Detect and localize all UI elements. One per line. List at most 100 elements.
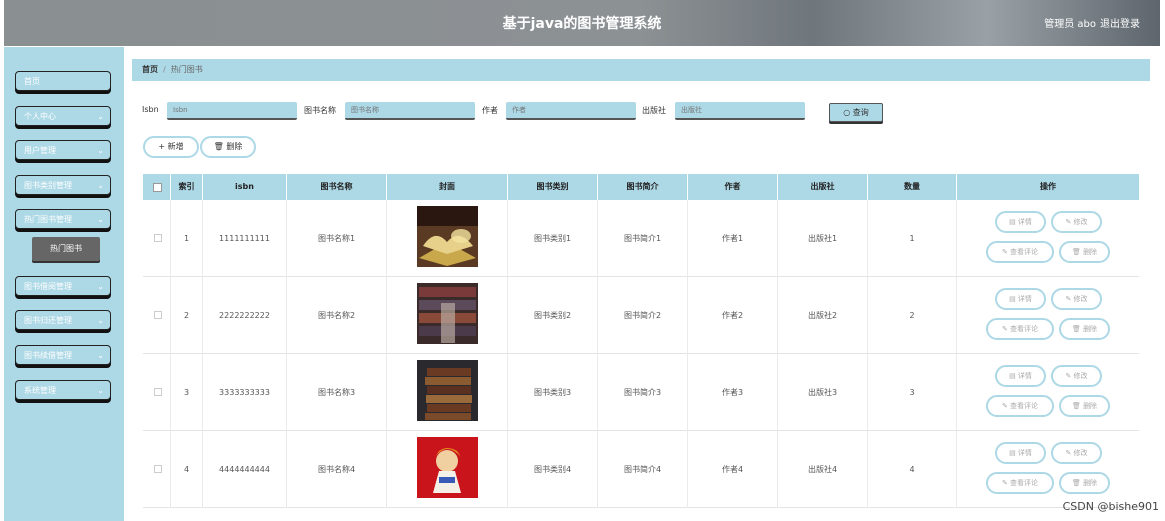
author-label: 作者 — [482, 106, 498, 115]
category-cell: 图书类别1 — [508, 200, 598, 277]
row-delete-label: 删除 — [1083, 325, 1098, 333]
detail-label: 详情 — [1017, 218, 1032, 226]
column-header: 索引 — [171, 174, 203, 200]
edit-label: 修改 — [1073, 218, 1088, 226]
sidebar-item-renew-management[interactable]: 图书续借管理 ⌄ — [15, 345, 111, 365]
sidebar-item-category-management[interactable]: 图书类别管理 ⌄ — [15, 175, 111, 195]
book-cover-image — [417, 206, 478, 267]
sidebar-item-label: 用户管理 — [24, 146, 56, 155]
sidebar-item-return-management[interactable]: 图书归还管理 ⌄ — [15, 310, 111, 330]
table-row: 2 2222222222 图书名称2 图书类别2 图书简介2 作者2 出版社2 … — [143, 277, 1139, 354]
author-cell: 作者2 — [688, 277, 778, 354]
select-all-checkbox[interactable] — [153, 183, 162, 192]
category-cell: 图书类别4 — [508, 431, 598, 508]
row-checkbox[interactable] — [154, 465, 162, 473]
sidebar-item-label: 图书类别管理 — [24, 181, 72, 190]
actions-cell: ▤ 详情 ✎ 修改 ✎ 查看评论 🗑 删除 — [957, 200, 1139, 277]
sidebar-item-borrow-management[interactable]: 图书借阅管理 ⌄ — [15, 276, 111, 296]
row-delete-button[interactable]: 🗑 删除 — [1059, 472, 1110, 494]
comments-label: 查看评论 — [1010, 248, 1039, 256]
search-icon: ○ — [843, 108, 851, 117]
chevron-down-icon: ⌄ — [97, 112, 104, 121]
isbn-input[interactable] — [167, 102, 297, 120]
detail-label: 详情 — [1017, 295, 1032, 303]
edit-button[interactable]: ✎ 修改 — [1051, 211, 1102, 233]
view-comments-button[interactable]: ✎ 查看评论 — [986, 395, 1054, 417]
publisher-cell: 出版社1 — [778, 200, 868, 277]
publisher-cell: 出版社3 — [778, 354, 868, 431]
row-select-cell — [143, 277, 171, 354]
row-checkbox[interactable] — [154, 388, 162, 396]
trash-icon: 🗑 — [213, 142, 224, 151]
intro-cell: 图书简介4 — [598, 431, 688, 508]
comments-label: 查看评论 — [1010, 402, 1039, 410]
chevron-down-icon: ⌄ — [97, 351, 104, 360]
sidebar-item-label: 首页 — [24, 77, 40, 86]
detail-button[interactable]: ▤ 详情 — [995, 442, 1046, 464]
search-button[interactable]: ○ 查询 — [829, 103, 883, 122]
logout-link[interactable]: 退出登录 — [1100, 15, 1140, 30]
breadcrumb-home[interactable]: 首页 — [142, 65, 158, 74]
row-delete-button[interactable]: 🗑 删除 — [1059, 318, 1110, 340]
intro-cell: 图书简介1 — [598, 200, 688, 277]
view-comments-button[interactable]: ✎ 查看评论 — [986, 318, 1054, 340]
edit-label: 修改 — [1073, 372, 1088, 380]
publisher-input[interactable] — [675, 102, 805, 120]
book-name-cell: 图书名称2 — [287, 277, 387, 354]
publisher-cell: 出版社2 — [778, 277, 868, 354]
add-button[interactable]: + 新增 — [143, 136, 199, 158]
index-cell: 2 — [171, 277, 203, 354]
chevron-down-icon: ⌄ — [97, 386, 104, 395]
cover-cell — [387, 200, 508, 277]
comments-label: 查看评论 — [1010, 479, 1039, 487]
sidebar-item-personal-center[interactable]: 个人中心 ⌄ — [15, 106, 111, 126]
plus-icon: + — [158, 142, 166, 151]
sidebar-item-hot-books-management[interactable]: 热门图书管理 ⌄ — [15, 209, 111, 229]
detail-button[interactable]: ▤ 详情 — [995, 365, 1046, 387]
row-select-cell — [143, 354, 171, 431]
view-comments-button[interactable]: ✎ 查看评论 — [986, 472, 1054, 494]
edit-label: 修改 — [1073, 295, 1088, 303]
actions-cell: ▤ 详情 ✎ 修改 ✎ 查看评论 🗑 删除 — [957, 431, 1139, 508]
author-input[interactable] — [506, 102, 636, 120]
book-cover-image — [417, 360, 478, 421]
sidebar-item-label: 个人中心 — [24, 112, 56, 121]
column-header: 封面 — [387, 174, 508, 200]
edit-button[interactable]: ✎ 修改 — [1051, 442, 1102, 464]
detail-button[interactable]: ▤ 详情 — [995, 288, 1046, 310]
author-cell: 作者1 — [688, 200, 778, 277]
isbn-cell: 1111111111 — [203, 200, 287, 277]
sidebar-item-system-management[interactable]: 系统管理 ⌄ — [15, 380, 111, 400]
book-name-input[interactable] — [345, 102, 475, 120]
intro-cell: 图书简介3 — [598, 354, 688, 431]
batch-delete-button[interactable]: 🗑 删除 — [200, 136, 256, 158]
sidebar-item-user-management[interactable]: 用户管理 ⌄ — [15, 140, 111, 160]
watermark-text: CSDN @bishe901 — [1062, 500, 1159, 513]
select-all-header — [143, 174, 171, 200]
detail-button[interactable]: ▤ 详情 — [995, 211, 1046, 233]
quantity-cell: 4 — [868, 431, 957, 508]
publisher-cell: 出版社4 — [778, 431, 868, 508]
view-comments-button[interactable]: ✎ 查看评论 — [986, 241, 1054, 263]
sidebar-item-label: 系统管理 — [24, 386, 56, 395]
sidebar-subitem-hot-books[interactable]: 热门图书 — [32, 237, 100, 261]
column-header: 图书简介 — [598, 174, 688, 200]
edit-label: 修改 — [1073, 449, 1088, 457]
row-checkbox[interactable] — [154, 311, 162, 319]
edit-button[interactable]: ✎ 修改 — [1051, 365, 1102, 387]
app-title: 基于java的图书管理系统 — [502, 16, 662, 32]
column-header: 图书名称 — [287, 174, 387, 200]
user-label: 管理员 abo — [1044, 19, 1096, 30]
row-delete-button[interactable]: 🗑 删除 — [1059, 395, 1110, 417]
chevron-down-icon: ⌄ — [97, 316, 104, 325]
index-cell: 3 — [171, 354, 203, 431]
isbn-label: Isbn — [142, 105, 159, 114]
add-button-label: 新增 — [167, 142, 184, 151]
breadcrumb-separator: / — [163, 65, 166, 74]
row-delete-button[interactable]: 🗑 删除 — [1059, 241, 1110, 263]
row-checkbox[interactable] — [154, 234, 162, 242]
sidebar-item-home[interactable]: 首页 — [15, 71, 111, 91]
table-row: 4 4444444444 图书名称4 图书类别4 图书简介4 作者4 出版社4 … — [143, 431, 1139, 508]
row-delete-label: 删除 — [1083, 479, 1098, 487]
edit-button[interactable]: ✎ 修改 — [1051, 288, 1102, 310]
